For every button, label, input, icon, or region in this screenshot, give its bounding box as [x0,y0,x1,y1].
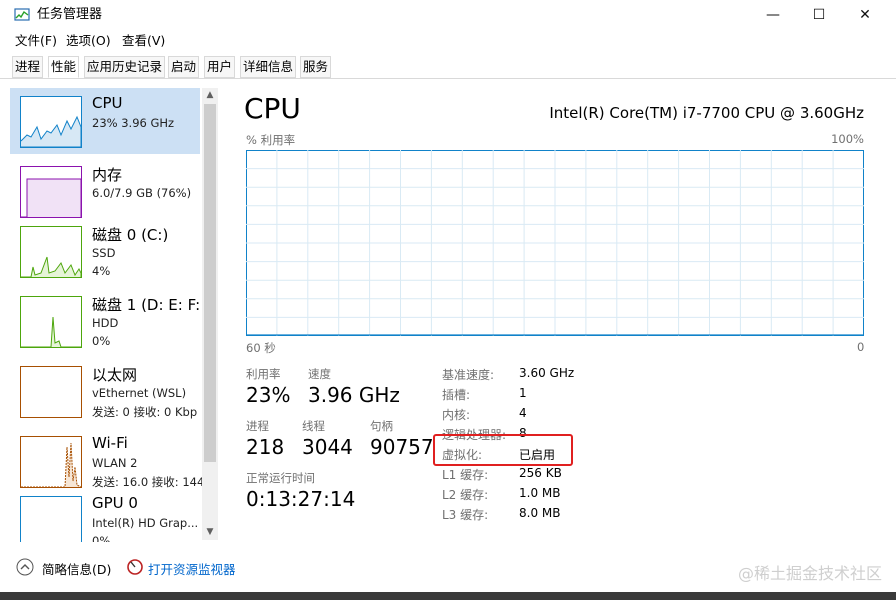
detail-label: 插槽: [442,388,471,402]
sidebar-item-name: Wi-Fi [92,434,128,452]
sidebar-item-cpu[interactable]: CPU 23% 3.96 GHz [10,88,200,154]
tab-startup[interactable]: 启动 [168,56,200,78]
threads-value: 3044 [302,435,353,459]
minimize-button[interactable]: — [750,0,796,30]
handles-label: 句柄 [370,419,393,433]
utilization-label: 利用率 [246,367,281,381]
uptime-label: 正常运行时间 [246,471,315,485]
speed-label: 速度 [308,367,331,381]
tab-bar: 进程 性能 应用历史记录 启动 用户 详细信息 服务 [0,54,896,79]
tab-users[interactable]: 用户 [204,56,236,78]
collapse-up-icon[interactable] [16,558,34,576]
processes-value: 218 [246,435,285,459]
resource-list: CPU 23% 3.96 GHz 内存 6.0/7.9 GB (76%) 磁盘 … [10,86,220,542]
menu-bar: 文件(F) 选项(O) 查看(V) [0,30,896,52]
graph-y-max-label: 100% [831,132,864,146]
disk0-thumbnail-graph [20,226,82,278]
sidebar-item-name: 磁盘 1 (D: E: F: [92,296,201,314]
scroll-up-arrow-icon[interactable]: ▲ [202,90,218,100]
uptime-value: 0:13:27:14 [246,487,356,511]
open-resource-monitor-link[interactable]: 打开资源监视器 [148,559,236,578]
gpu-thumbnail-graph [20,496,82,542]
maximize-button[interactable]: ☐ [796,0,842,30]
memory-thumbnail-graph [20,166,82,218]
detail-label: 基准速度: [442,368,495,382]
title-bar: 任务管理器 — ☐ ✕ [0,0,896,30]
detail-value: 8.0 MB [519,506,561,520]
sidebar-item-name: GPU 0 [92,494,138,512]
tab-performance[interactable]: 性能 [48,56,80,78]
sidebar-item-detail: 6.0/7.9 GB (76%) [92,186,192,200]
detail-value: 4 [519,406,527,420]
resource-monitor-icon [127,559,143,575]
graph-x-right-label: 0 [857,340,865,354]
watermark-text: @稀土掘金技术社区 [737,564,882,583]
task-manager-window: 任务管理器 — ☐ ✕ 文件(F) 选项(O) 查看(V) 进程 性能 应用历史… [0,0,896,592]
page-title: CPU [244,92,301,125]
cpu-thumbnail-graph [20,96,82,148]
sidebar-item-usage: 0% [92,534,111,542]
sidebar-item-name: CPU [92,94,123,112]
tab-details[interactable]: 详细信息 [240,56,297,78]
sidebar-item-disk-1[interactable]: 磁盘 1 (D: E: F: HDD 0% [10,288,200,354]
detail-value: 3.60 GHz [519,366,575,380]
virtualization-highlight-box [433,434,573,466]
menu-options[interactable]: 选项(O) [66,30,111,52]
detail-value: 256 KB [519,466,562,480]
handles-value: 90757 [370,435,434,459]
speed-value: 3.96 GHz [308,383,400,407]
cpu-utilization-graph [246,150,864,336]
scrollbar-thumb[interactable] [204,104,216,462]
graph-y-label: % 利用率 [246,133,296,147]
sidebar-item-adapter: vEthernet (WSL) [92,386,187,400]
menu-view[interactable]: 查看(V) [122,30,165,52]
cpu-detail-panel: CPU Intel(R) Core(TM) i7-7700 CPU @ 3.60… [232,86,886,542]
wifi-thumbnail-graph [20,436,82,488]
detail-label: L1 缓存: [442,468,489,482]
sidebar-item-type: HDD [92,316,119,330]
detail-value: 1.0 MB [519,486,561,500]
sidebar-item-ethernet[interactable]: 以太网 vEthernet (WSL) 发送: 0 接收: 0 Kbp [10,358,200,424]
sidebar-item-name: 以太网 [92,366,138,384]
detail-label: 内核: [442,408,471,422]
sidebar-item-memory[interactable]: 内存 6.0/7.9 GB (76%) [10,158,200,224]
fewer-details-link[interactable]: 简略信息(D) [42,559,111,578]
detail-label: L3 缓存: [442,508,489,522]
tab-processes[interactable]: 进程 [12,56,44,78]
tab-app-history[interactable]: 应用历史记录 [84,56,166,78]
sidebar-item-name: 内存 [92,166,123,184]
cpu-model: Intel(R) Core(TM) i7-7700 CPU @ 3.60GHz [549,104,864,122]
utilization-value: 23% [246,383,291,407]
task-manager-icon [14,8,30,21]
scroll-down-arrow-icon[interactable]: ▼ [202,527,218,537]
tab-services[interactable]: 服务 [300,56,332,78]
disk1-thumbnail-graph [20,296,82,348]
threads-label: 线程 [302,419,325,433]
sidebar-item-gpu[interactable]: GPU 0 Intel(R) HD Grap... 0% [10,488,200,542]
sidebar-item-adapter: WLAN 2 [92,456,138,470]
ethernet-thumbnail-graph [20,366,82,418]
sidebar-item-name: 磁盘 0 (C:) [92,226,169,244]
sidebar-item-disk-0[interactable]: 磁盘 0 (C:) SSD 4% [10,218,200,284]
detail-value: 1 [519,386,527,400]
sidebar-item-usage: 0% [92,334,111,348]
detail-label: L2 缓存: [442,488,489,502]
window-title: 任务管理器 [37,7,103,22]
processes-label: 进程 [246,419,269,433]
sidebar-item-model: Intel(R) HD Grap... [92,516,199,530]
menu-file[interactable]: 文件(F) [15,30,57,52]
close-button[interactable]: ✕ [842,0,888,30]
sidebar-item-throughput: 发送: 0 接收: 0 Kbp [92,405,198,419]
graph-x-left-label: 60 秒 [246,341,276,355]
sidebar-item-wifi[interactable]: Wi-Fi WLAN 2 发送: 16.0 接收: 144 [10,428,204,494]
sidebar-item-usage: 4% [92,264,111,278]
sidebar-item-detail: 23% 3.96 GHz [92,116,175,130]
sidebar-item-type: SSD [92,246,116,260]
